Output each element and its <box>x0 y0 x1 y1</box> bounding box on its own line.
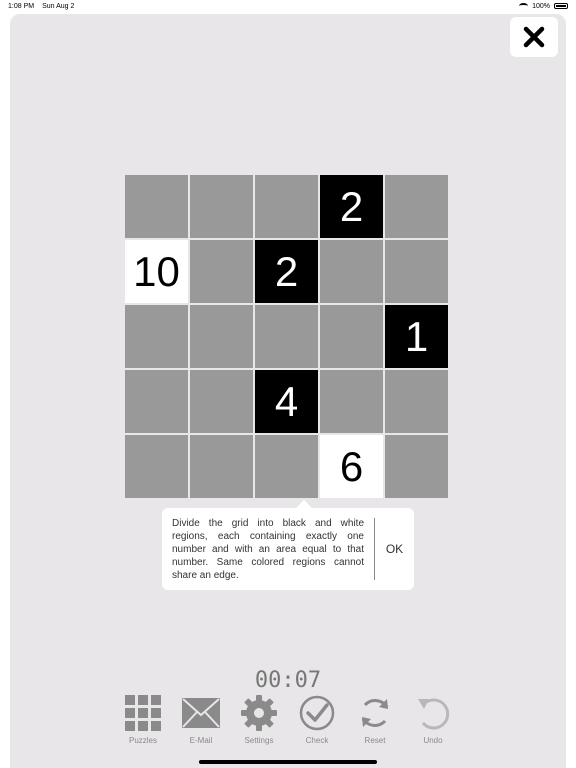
undo-button[interactable]: Undo <box>404 694 462 745</box>
instructions-tooltip: Divide the grid into black and white reg… <box>162 500 414 590</box>
grid-cell[interactable] <box>190 370 253 433</box>
status-time: 1:08 PM <box>8 2 35 10</box>
grid-cell[interactable] <box>385 370 448 433</box>
grid-cell[interactable] <box>255 175 318 238</box>
settings-label: Settings <box>244 736 274 745</box>
email-button[interactable]: E-Mail <box>172 694 230 745</box>
gear-icon <box>240 694 278 732</box>
timer: 00:07 <box>254 668 322 693</box>
grid-cell[interactable] <box>320 305 383 368</box>
settings-button[interactable]: Settings <box>230 694 288 745</box>
grid-cell[interactable] <box>190 435 253 498</box>
grid-cell[interactable] <box>385 240 448 303</box>
close-icon <box>523 26 545 48</box>
undo-label: Undo <box>423 736 443 745</box>
ok-button[interactable]: OK <box>375 542 414 556</box>
grid-cell[interactable]: 2 <box>255 240 318 303</box>
battery-icon <box>554 3 568 9</box>
battery-percent: 100% <box>532 2 550 10</box>
wifi-icon <box>519 3 529 9</box>
grid-icon <box>124 694 162 732</box>
check-label: Check <box>305 736 329 745</box>
reset-icon <box>356 694 394 732</box>
grid-cell[interactable] <box>125 435 188 498</box>
undo-icon <box>414 694 452 732</box>
grid-cell[interactable]: 2 <box>320 175 383 238</box>
puzzle-grid: 2 10 2 1 4 6 <box>125 175 448 498</box>
close-button[interactable] <box>510 17 558 57</box>
grid-cell[interactable] <box>190 240 253 303</box>
grid-cell[interactable] <box>125 370 188 433</box>
grid-cell[interactable]: 4 <box>255 370 318 433</box>
grid-cell[interactable] <box>125 175 188 238</box>
envelope-icon <box>182 694 220 732</box>
reset-label: Reset <box>364 736 386 745</box>
grid-cell[interactable] <box>190 175 253 238</box>
grid-cell[interactable] <box>320 240 383 303</box>
status-date: Sun Aug 2 <box>42 2 75 10</box>
grid-cell[interactable] <box>385 175 448 238</box>
grid-cell[interactable] <box>255 305 318 368</box>
grid-cell[interactable] <box>125 305 188 368</box>
reset-button[interactable]: Reset <box>346 694 404 745</box>
grid-cell[interactable] <box>320 370 383 433</box>
grid-cell[interactable]: 1 <box>385 305 448 368</box>
status-bar: 1:08 PM Sun Aug 2 100% <box>0 0 576 12</box>
home-indicator[interactable] <box>199 760 377 764</box>
puzzles-label: Puzzles <box>128 736 157 745</box>
grid-cell[interactable] <box>255 435 318 498</box>
grid-cell[interactable]: 10 <box>125 240 188 303</box>
email-label: E-Mail <box>189 736 213 745</box>
bottom-toolbar: Puzzles E-Mail Settings Check Reset Undo <box>114 694 462 745</box>
instructions-text: Divide the grid into black and white reg… <box>172 517 364 581</box>
check-button[interactable]: Check <box>288 694 346 745</box>
grid-cell[interactable] <box>385 435 448 498</box>
grid-cell[interactable] <box>190 305 253 368</box>
check-icon <box>298 694 336 732</box>
grid-cell[interactable]: 6 <box>320 435 383 498</box>
puzzles-button[interactable]: Puzzles <box>114 694 172 745</box>
